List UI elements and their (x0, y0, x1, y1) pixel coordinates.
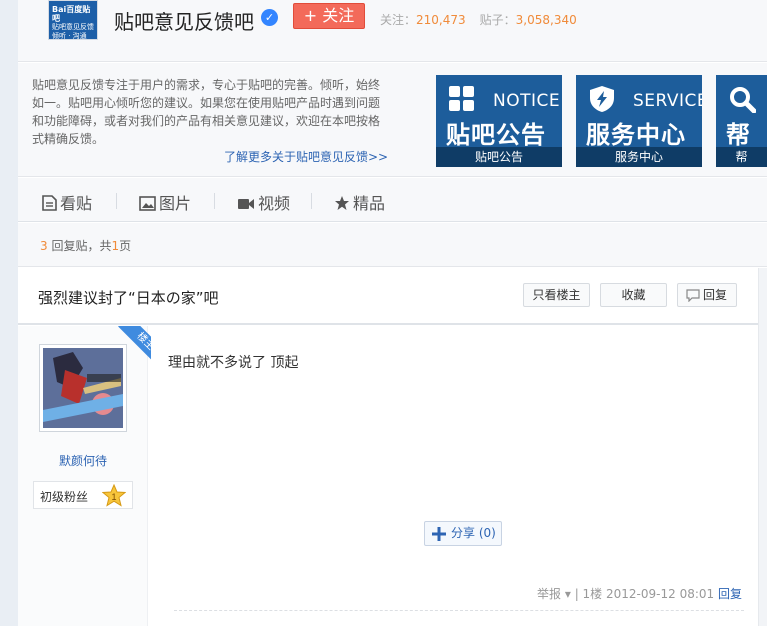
card-zh: 服务中心 (586, 121, 686, 149)
op-badge: 楼主 (118, 326, 151, 366)
tab-label: 图片 (159, 194, 192, 213)
post-count: 3,058,340 (515, 13, 577, 27)
share-label: 分享 (451, 526, 476, 540)
follow-count: 210,473 (416, 13, 466, 27)
tab-label: 看贴 (60, 194, 93, 213)
meta-divider: | (574, 587, 583, 601)
document-icon (42, 195, 57, 211)
tab-posts[interactable]: 看贴 (42, 190, 92, 214)
logo-line3: 倾听 · 沟通 (52, 32, 87, 40)
forum-logo[interactable]: Bai百度贴吧 贴吧意见反馈 倾听 · 沟通 (48, 0, 98, 40)
card-caption: 服务中心 (576, 147, 702, 167)
share-button[interactable]: 分享 (0) (424, 521, 502, 546)
tab-featured[interactable]: 精品 (334, 190, 385, 214)
magnifier-icon (730, 87, 756, 113)
forum-header: Bai百度贴吧 贴吧意见反馈 倾听 · 沟通 贴吧意见反馈吧 ✓ + 关注 关注… (18, 0, 767, 62)
level-label: 初级粉丝 (40, 490, 89, 504)
forum-stats: 关注：210,473 贴子：3,058,340 (380, 11, 577, 28)
tab-divider (214, 193, 215, 209)
reply-count-mid: 回复贴，共 (47, 239, 112, 253)
post-floor-1: 默颜何待 初级粉丝 1 楼主 理由就不多说了 顶起 分享 (0) 举报 ▾ | (18, 326, 758, 626)
level-badge[interactable]: 初级粉丝 1 (33, 481, 133, 509)
card-caption: 贴吧公告 (436, 147, 562, 167)
reply-button[interactable]: 回复 (677, 283, 737, 307)
level-star-icon: 1 (102, 484, 126, 507)
share-count: (0) (478, 526, 496, 540)
reply-button-label: 回复 (702, 288, 727, 302)
logo-line2: 贴吧意见反馈 (52, 23, 94, 31)
right-edge-bar (758, 268, 767, 626)
tab-videos[interactable]: 视频 (237, 190, 290, 214)
level-number: 1 (111, 492, 116, 502)
page-count-suffix: 页 (119, 239, 132, 253)
forum-intro: 贴吧意见反馈专注于用户的需求，专心于贴吧的完善。倾听，始终如一。贴吧用心倾听您的… (18, 63, 767, 177)
notice-card[interactable]: NOTICE 贴吧公告 贴吧公告 (436, 75, 562, 167)
card-en: NOTICE (493, 91, 561, 111)
thread-title: 强烈建议封了“日本の家”吧 (38, 289, 219, 307)
tab-pictures[interactable]: 图片 (139, 190, 191, 214)
thread-header: 强烈建议封了“日本の家”吧 只看楼主 收藏 回复 (18, 268, 758, 325)
service-card[interactable]: SERVICE 服务中心 服务中心 (576, 75, 702, 167)
reply-count: 3 (40, 239, 48, 253)
picture-icon (139, 196, 156, 211)
follow-count-label: 关注： (380, 13, 417, 27)
tab-divider (311, 193, 312, 209)
forum-tabs: 看贴 图片 视频 精品 (18, 178, 767, 222)
page: Bai百度贴吧 贴吧意见反馈 倾听 · 沟通 贴吧意见反馈吧 ✓ + 关注 关注… (18, 0, 767, 626)
forum-name[interactable]: 贴吧意见反馈吧 (114, 6, 254, 35)
tab-label: 精品 (353, 194, 386, 213)
grid-icon (449, 86, 474, 111)
post-divider (174, 610, 744, 611)
card-caption: 帮 (716, 147, 767, 167)
post-content: 理由就不多说了 顶起 (168, 355, 299, 371)
share-plus-icon (432, 527, 446, 541)
intro-text: 贴吧意见反馈专注于用户的需求，专心于贴吧的完善。倾听，始终如一。贴吧用心倾听您的… (32, 78, 381, 146)
card-en: SERVICE (633, 91, 702, 111)
video-icon (238, 199, 254, 209)
comment-icon (686, 289, 700, 302)
post-meta: 举报 ▾ | 1楼 2012-09-12 08:01 回复 (537, 585, 742, 602)
help-card[interactable]: 帮助 帮 (716, 75, 767, 167)
follow-button[interactable]: + 关注 (293, 3, 365, 29)
logo-line1: Bai百度贴吧 (52, 5, 91, 23)
author-sidebar: 默颜何待 初级粉丝 1 (18, 326, 148, 626)
verified-icon: ✓ (261, 9, 278, 26)
reply-count-bar: 3 回复贴，共1页 (18, 223, 767, 267)
only-op-button[interactable]: 只看楼主 (523, 283, 590, 307)
shield-bolt-icon (590, 86, 614, 112)
favorite-button[interactable]: 收藏 (600, 283, 667, 307)
post-count-label: 贴子： (479, 13, 516, 27)
op-ribbon: 楼主 (111, 326, 151, 366)
post-timestamp: 2012-09-12 08:01 (606, 587, 715, 601)
star-icon (335, 196, 349, 210)
intro-more-link[interactable]: 了解更多关于贴吧意见反馈>> (224, 148, 388, 165)
floor-number: 1楼 (582, 587, 603, 601)
tab-label: 视频 (258, 194, 291, 213)
report-link[interactable]: 举报 ▾ (537, 587, 571, 601)
tab-divider (116, 193, 117, 209)
card-zh: 贴吧公告 (446, 121, 546, 149)
page-count: 1 (111, 239, 120, 253)
post-reply-link[interactable]: 回复 (718, 587, 742, 601)
reply-count-text: 3 回复贴，共1页 (40, 237, 131, 254)
username[interactable]: 默颜何待 (18, 452, 148, 469)
